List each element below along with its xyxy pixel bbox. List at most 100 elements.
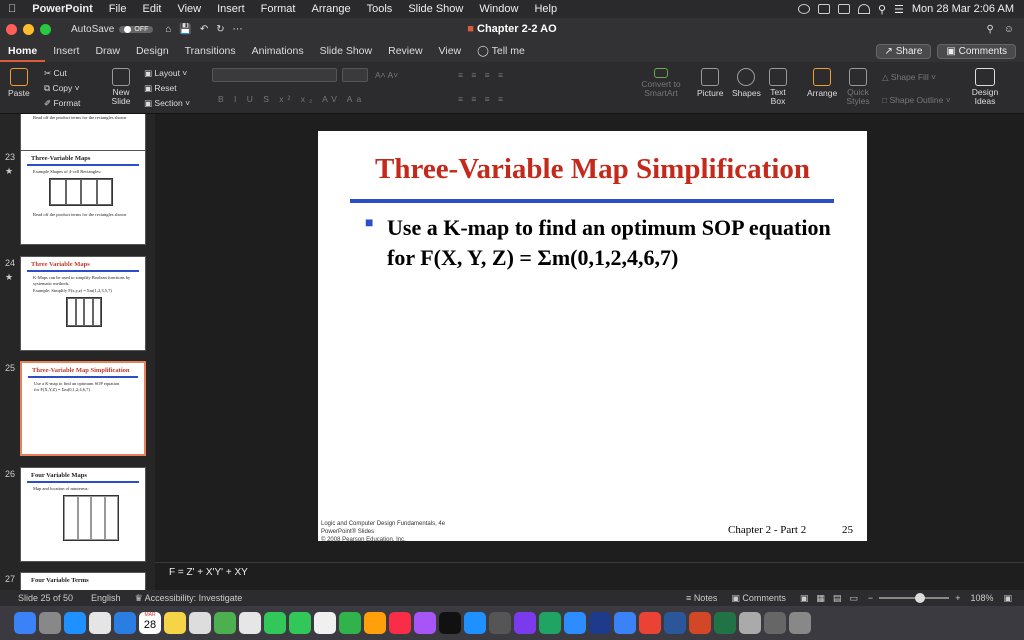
comments-button[interactable]: ▣ Comments bbox=[937, 43, 1016, 59]
app-store-icon[interactable] bbox=[464, 612, 486, 634]
notes-app-icon[interactable] bbox=[164, 612, 186, 634]
photos-app-icon[interactable] bbox=[239, 612, 261, 634]
language[interactable]: English bbox=[91, 593, 121, 603]
font-size-dropdown[interactable] bbox=[342, 68, 368, 82]
menu-file[interactable]: File bbox=[101, 3, 135, 15]
word-icon[interactable] bbox=[664, 612, 686, 634]
tab-animations[interactable]: Animations bbox=[244, 40, 312, 62]
battery-icon[interactable] bbox=[837, 4, 850, 14]
font-grow-shrink[interactable]: A˄ A˅ bbox=[375, 70, 398, 80]
tab-view[interactable]: View bbox=[431, 40, 470, 62]
comments-toggle[interactable]: ▣ Comments bbox=[731, 593, 786, 604]
downloads-icon[interactable] bbox=[764, 612, 786, 634]
tv-icon[interactable] bbox=[439, 612, 461, 634]
visual-studio-icon[interactable] bbox=[614, 612, 636, 634]
slide-thumbnail-25[interactable]: Three-Variable Map Simplification Use a … bbox=[20, 361, 146, 456]
cut-button[interactable]: ✂ Cut bbox=[44, 68, 67, 79]
zoom-window-button[interactable] bbox=[40, 23, 51, 35]
messages-icon[interactable] bbox=[264, 612, 286, 634]
notes-toggle[interactable]: ≡ Notes bbox=[686, 593, 717, 603]
zoom-slider-thumb[interactable] bbox=[915, 593, 926, 603]
tell-me[interactable]: ◯ Tell me bbox=[469, 40, 533, 62]
menu-insert[interactable]: Insert bbox=[209, 3, 253, 15]
search-doc-icon[interactable]: ⚲ bbox=[986, 24, 993, 35]
zoom-out-button[interactable]: − bbox=[868, 593, 873, 603]
save-icon[interactable]: 💾 bbox=[179, 24, 191, 35]
home-icon[interactable]: ⌂ bbox=[165, 24, 171, 35]
apple-icon[interactable]:  bbox=[0, 3, 24, 15]
control-center-icon[interactable]: ☰ bbox=[894, 3, 904, 16]
design-ideas-button[interactable]: Design Ideas bbox=[970, 68, 1000, 106]
search-icon[interactable]: ⚲ bbox=[878, 3, 886, 16]
redo-icon[interactable]: ↻ bbox=[216, 24, 224, 35]
system-preferences-icon[interactable] bbox=[489, 612, 511, 634]
menu-format[interactable]: Format bbox=[253, 3, 304, 15]
menu-edit[interactable]: Edit bbox=[135, 3, 170, 15]
tab-slide-show[interactable]: Slide Show bbox=[312, 40, 381, 62]
facetime-icon[interactable] bbox=[289, 612, 311, 634]
display-icon[interactable] bbox=[817, 4, 830, 14]
calendar-icon[interactable]: MAR 28 bbox=[139, 612, 161, 634]
tab-insert[interactable]: Insert bbox=[45, 40, 87, 62]
menu-help[interactable]: Help bbox=[526, 3, 565, 15]
format-painter-button[interactable]: ✐ Format bbox=[44, 98, 80, 109]
freeform-icon[interactable] bbox=[314, 612, 336, 634]
slide-thumbnail-24[interactable]: Three Variable Maps K-Maps can be used t… bbox=[20, 256, 146, 351]
tab-transitions[interactable]: Transitions bbox=[177, 40, 244, 62]
app-name[interactable]: PowerPoint bbox=[24, 3, 101, 15]
slide-canvas[interactable]: Three-Variable Map Simplification ■ Use … bbox=[318, 131, 867, 543]
numbers-icon[interactable] bbox=[339, 612, 361, 634]
more-icon[interactable]: ⋯ bbox=[233, 24, 243, 35]
notes-pane[interactable]: F = Z' + X'Y' + XY bbox=[155, 562, 1024, 590]
close-window-button[interactable] bbox=[6, 23, 17, 35]
fit-slide-icon[interactable]: ▣ bbox=[1003, 593, 1012, 604]
green-app-icon[interactable] bbox=[539, 612, 561, 634]
reminders-icon[interactable] bbox=[189, 612, 211, 634]
shape-outline-button[interactable]: □ Shape Outline ˅ bbox=[882, 95, 951, 105]
copy-button[interactable]: ⧉ Copy ˅ bbox=[44, 83, 80, 94]
shape-fill-button[interactable]: △ Shape Fill ˅ bbox=[882, 72, 936, 83]
menu-tools[interactable]: Tools bbox=[359, 3, 401, 15]
pycharm-icon[interactable] bbox=[514, 612, 536, 634]
slide-thumbnails-pane[interactable]: Read off the product terms for the recta… bbox=[0, 114, 155, 590]
preview-icon[interactable] bbox=[739, 612, 761, 634]
minimize-window-button[interactable] bbox=[23, 23, 34, 35]
font-style-buttons[interactable]: B I U S x² x₂ AV Aa bbox=[218, 94, 365, 104]
quick-styles-button[interactable]: Quick Styles bbox=[845, 68, 871, 106]
trash-icon[interactable] bbox=[789, 612, 811, 634]
launchpad-icon[interactable] bbox=[39, 612, 61, 634]
layout-button[interactable]: ▣ Layout ˅ bbox=[144, 68, 187, 79]
maps-icon[interactable] bbox=[214, 612, 236, 634]
tab-review[interactable]: Review bbox=[380, 40, 430, 62]
normal-view-icon[interactable]: ▣ bbox=[800, 593, 809, 604]
font-name-dropdown[interactable] bbox=[212, 68, 337, 82]
slide-thumbnail-27[interactable]: Four Variable Terms bbox=[20, 572, 146, 590]
paste-button[interactable]: Paste bbox=[8, 68, 30, 98]
zoom-level[interactable]: 108% bbox=[970, 593, 993, 603]
clock[interactable]: Mon 28 Mar 2:06 AM bbox=[912, 3, 1014, 15]
tab-design[interactable]: Design bbox=[128, 40, 177, 62]
finder-icon[interactable] bbox=[14, 612, 36, 634]
menu-window[interactable]: Window bbox=[471, 3, 526, 15]
slide-title[interactable]: Three-Variable Map Simplification bbox=[318, 153, 867, 186]
presenter-icon[interactable]: ▭ bbox=[849, 593, 858, 604]
undo-icon[interactable]: ↶ bbox=[200, 24, 208, 35]
slide-bullet-text[interactable]: Use a K-map to find an optimum SOP equat… bbox=[387, 213, 847, 273]
slide-thumbnail-23[interactable]: Three-Variable Maps Example Shapes of 4-… bbox=[20, 150, 146, 245]
slide-sorter-icon[interactable]: ▦ bbox=[816, 593, 825, 604]
excel-icon[interactable] bbox=[714, 612, 736, 634]
autosave-toggle[interactable]: OFF bbox=[119, 25, 154, 33]
reset-button[interactable]: ▣ Reset bbox=[144, 83, 177, 94]
accessibility-status[interactable]: ♛ Accessibility: Investigate bbox=[135, 593, 243, 604]
podcasts-icon[interactable] bbox=[414, 612, 436, 634]
slide-editor[interactable]: Three-Variable Map Simplification ■ Use … bbox=[155, 114, 1024, 562]
zoom-in-button[interactable]: + bbox=[955, 593, 960, 603]
new-slide-button[interactable]: New Slide bbox=[108, 68, 134, 106]
menu-view[interactable]: View bbox=[169, 3, 209, 15]
section-button[interactable]: ▣ Section ˅ bbox=[144, 98, 190, 109]
menu-arrange[interactable]: Arrange bbox=[303, 3, 358, 15]
powerpoint-dock-icon[interactable] bbox=[689, 612, 711, 634]
shapes-button[interactable]: Shapes bbox=[732, 68, 761, 98]
zoom-app-icon[interactable] bbox=[564, 612, 586, 634]
menu-slide-show[interactable]: Slide Show bbox=[400, 3, 471, 15]
